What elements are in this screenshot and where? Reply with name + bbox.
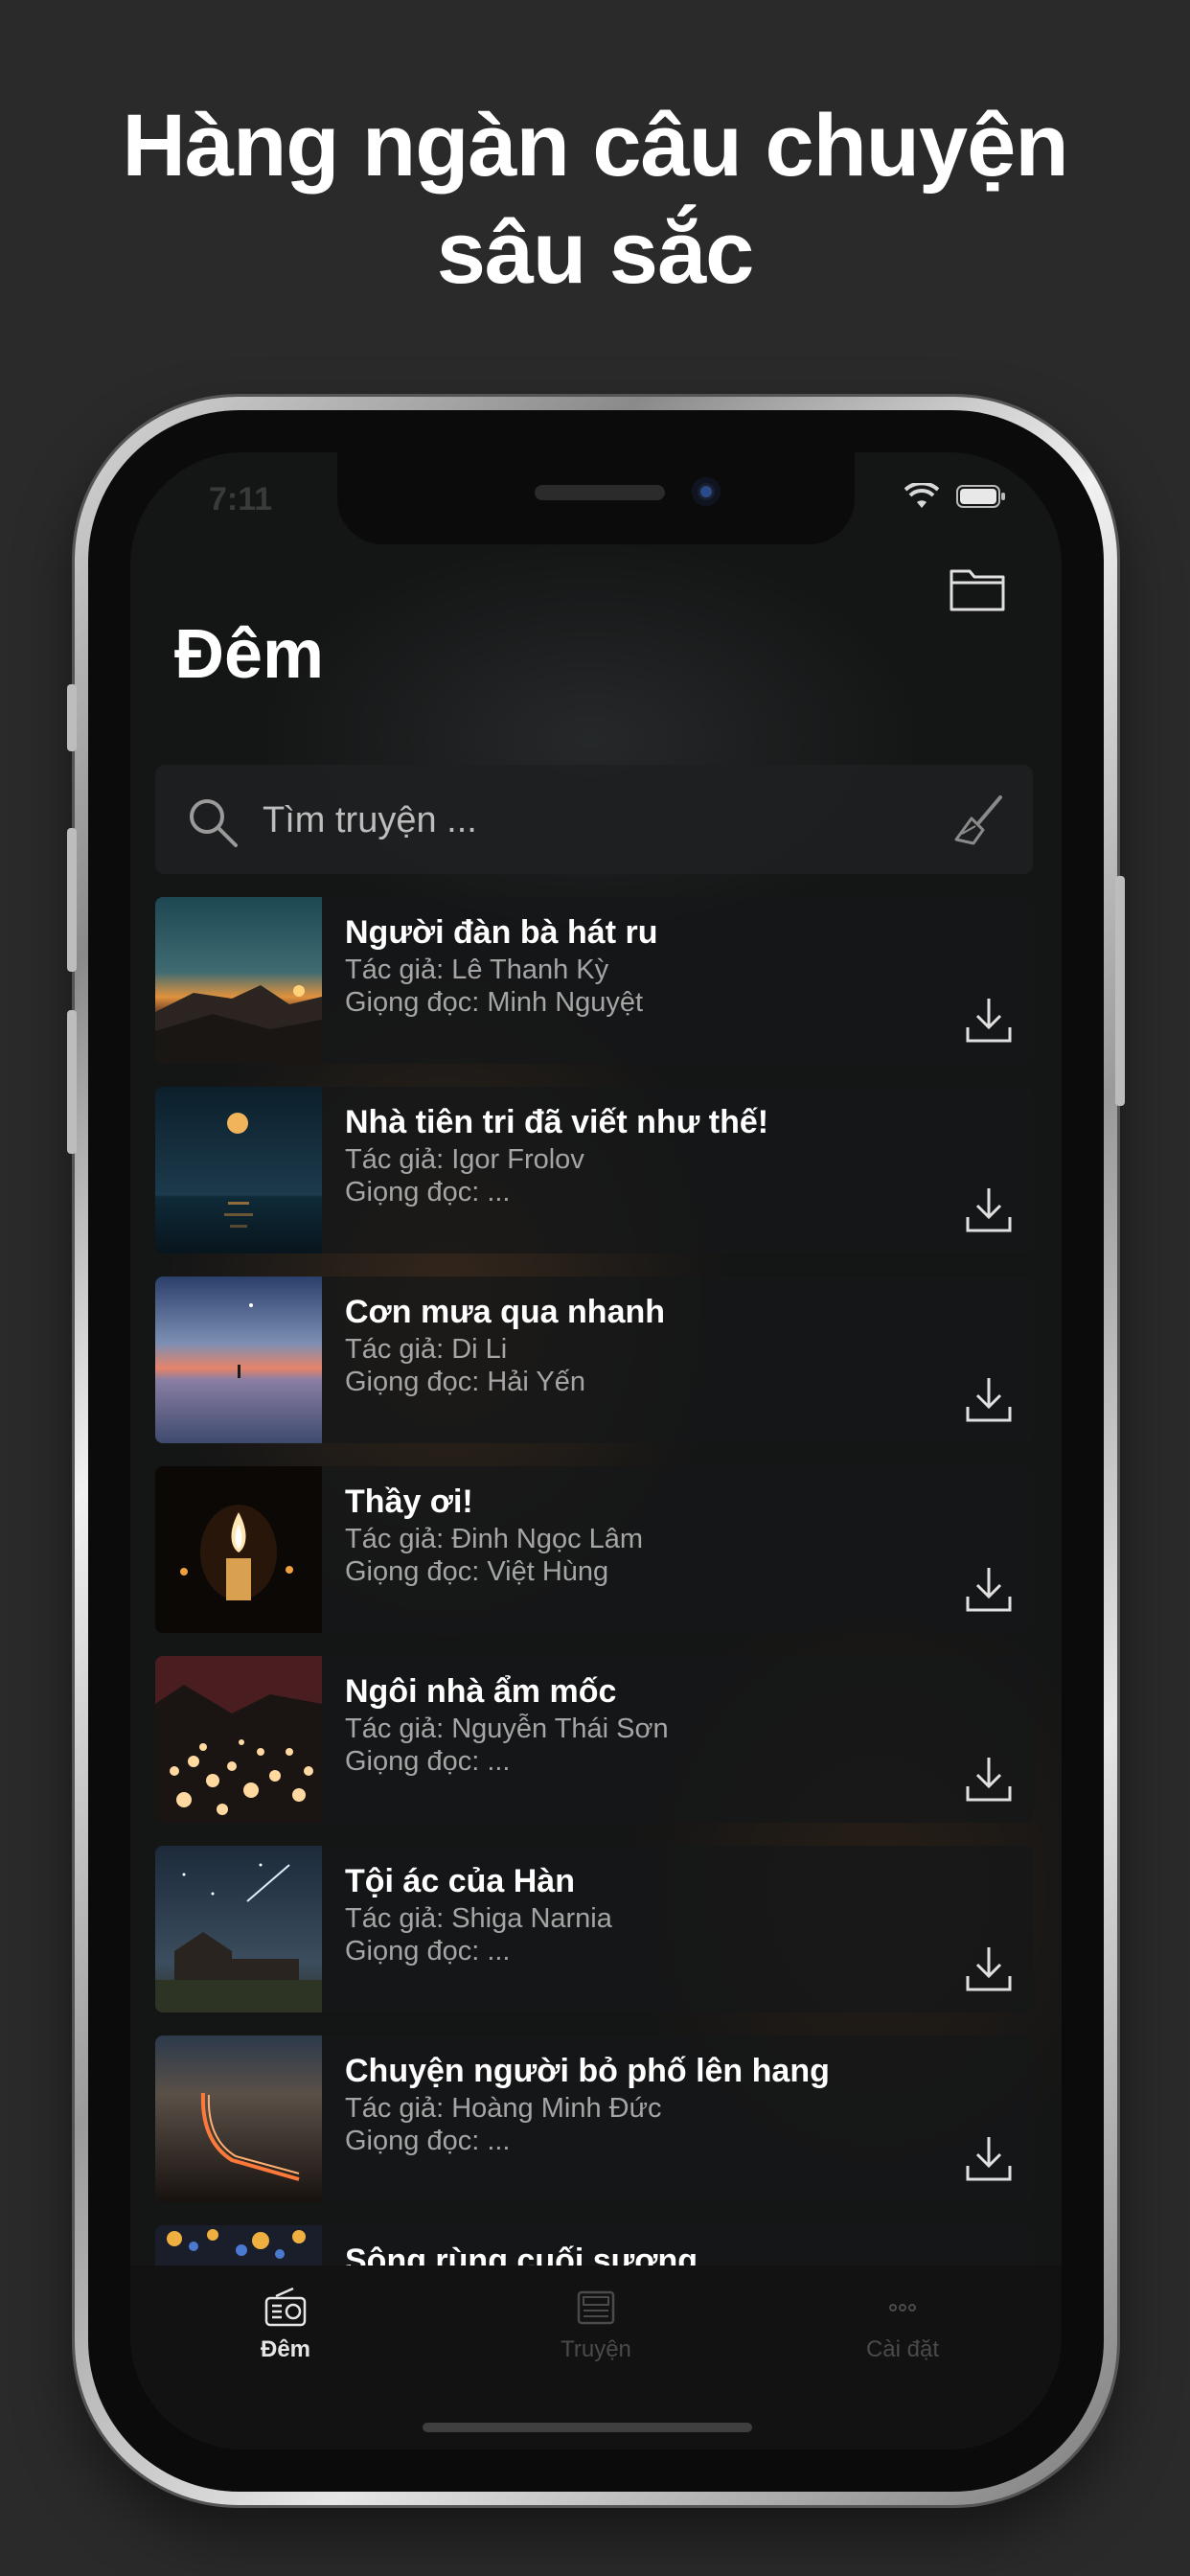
story-author: Tác giả: Lê Thanh Kỳ [345, 954, 609, 985]
story-author: Tác giả: Nguyễn Thái Sơn [345, 1714, 669, 1744]
app-screen: 7:11 Đêm Tìm truyện ... Người đàn bà hát… [130, 452, 1062, 2450]
tab-cai-dat[interactable]: Cài đặt [807, 2285, 998, 2363]
story-thumbnail [155, 1276, 322, 1443]
story-title: Ngôi nhà ẩm mốc [345, 1673, 617, 1710]
story-title: Nhà tiên tri đã viết như thế! [345, 1104, 769, 1140]
story-item[interactable]: Thầy ơi! Tác giả: Đinh Ngọc Lâm Giọng đọ… [155, 1466, 1033, 1633]
story-item[interactable]: Người đàn bà hát ru Tác giả: Lê Thanh Kỳ… [155, 897, 1033, 1064]
story-voice: Giọng đọc: ... [345, 1177, 511, 1208]
story-author: Tác giả: Hoàng Minh Đức [345, 2093, 662, 2124]
story-list: Người đàn bà hát ru Tác giả: Lê Thanh Kỳ… [155, 897, 1033, 2415]
folder-icon [950, 569, 1005, 611]
search-bar [155, 765, 1033, 874]
download-icon[interactable] [962, 1372, 1016, 1426]
notch [337, 452, 855, 544]
phone-frame: 7:11 Đêm Tìm truyện ... Người đàn bà hát… [67, 397, 1125, 2505]
tab-dem[interactable]: Đêm [190, 2285, 381, 2363]
volume-down-button [67, 1010, 77, 1154]
story-thumbnail [155, 1846, 322, 2012]
ellipsis-icon [889, 2304, 916, 2312]
search-input[interactable] [261, 790, 935, 851]
story-title: Chuyện người bỏ phố lên hang [345, 2053, 830, 2089]
story-author: Tác giả: Đinh Ngọc Lâm [345, 1524, 644, 1554]
wifi-icon [904, 483, 939, 510]
headline-line-1: Hàng ngàn câu chuyện [122, 97, 1068, 195]
story-thumbnail [155, 2036, 322, 2202]
story-voice: Giọng đọc: Việt Hùng [345, 1556, 609, 1587]
story-title: Cơn mưa qua nhanh [345, 1294, 666, 1330]
story-author: Tác giả: Igor Frolov [345, 1144, 584, 1175]
newspaper-icon [577, 2290, 615, 2325]
story-title: Tội ác của Hàn [345, 1863, 575, 1899]
download-icon[interactable] [962, 2131, 1016, 2185]
story-thumbnail [155, 1656, 322, 1823]
story-thumbnail [155, 1087, 322, 1254]
tab-label: Đêm [260, 2336, 311, 2362]
download-icon[interactable] [962, 1183, 1016, 1236]
story-voice: Giọng đọc: ... [345, 1746, 511, 1777]
silent-switch [67, 684, 77, 751]
story-thumbnail [155, 1466, 322, 1633]
tab-bar: Đêm Truyện Cài đặt [130, 2266, 1062, 2450]
story-thumbnail [155, 897, 322, 1064]
status-icons [904, 483, 1006, 510]
marketing-headline: Hàng ngàn câu chuyện sâu sắc [0, 92, 1190, 307]
status-time: 7:11 [209, 481, 273, 518]
tab-truyen[interactable]: Truyện [500, 2285, 692, 2363]
page-title: Đêm [174, 616, 325, 693]
tab-label: Truyện [561, 2336, 631, 2362]
story-item[interactable]: Ngôi nhà ẩm mốc Tác giả: Nguyễn Thái Sơn… [155, 1656, 1033, 1823]
front-camera [692, 477, 721, 506]
story-item[interactable]: Cơn mưa qua nhanh Tác giả: Di Li Giọng đ… [155, 1276, 1033, 1443]
headline-line-2: sâu sắc [436, 204, 755, 302]
broom-icon[interactable] [950, 792, 1008, 849]
battery-icon [956, 484, 1006, 509]
story-author: Tác giả: Shiga Narnia [345, 1903, 612, 1934]
download-icon[interactable] [962, 993, 1016, 1046]
story-voice: Giọng đọc: Hải Yến [345, 1367, 585, 1397]
story-title: Người đàn bà hát ru [345, 914, 658, 951]
story-item[interactable]: Tội ác của Hàn Tác giả: Shiga Narnia Giọ… [155, 1846, 1033, 2012]
folder-button[interactable] [949, 564, 1006, 613]
power-button [1115, 876, 1125, 1106]
download-icon[interactable] [962, 1562, 1016, 1616]
story-voice: Giọng đọc: Minh Nguyệt [345, 987, 644, 1018]
home-indicator[interactable] [423, 2423, 752, 2432]
radio-icon [264, 2287, 307, 2327]
search-icon [190, 799, 238, 847]
story-author: Tác giả: Di Li [345, 1334, 508, 1365]
story-voice: Giọng đọc: ... [345, 1936, 511, 1966]
story-item[interactable]: Nhà tiên tri đã viết như thế! Tác giả: I… [155, 1087, 1033, 1254]
volume-up-button [67, 828, 77, 972]
earpiece-speaker [535, 485, 665, 500]
tab-label: Cài đặt [865, 2336, 940, 2362]
story-title: Thầy ơi! [345, 1484, 473, 1520]
story-item[interactable]: Chuyện người bỏ phố lên hang Tác giả: Ho… [155, 2036, 1033, 2202]
download-icon[interactable] [962, 1942, 1016, 1995]
download-icon[interactable] [962, 1752, 1016, 1806]
story-voice: Giọng đọc: ... [345, 2126, 511, 2156]
